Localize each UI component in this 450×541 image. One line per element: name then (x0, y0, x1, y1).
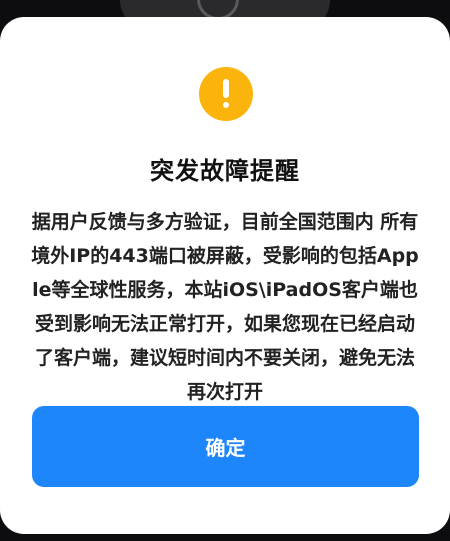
warning-icon (199, 67, 253, 121)
dialog-title: 突发故障提醒 (150, 157, 300, 185)
confirm-button[interactable]: 确定 (32, 406, 419, 487)
warning-icon-bar (223, 79, 229, 98)
alert-dialog: 突发故障提醒 据用户反馈与多方验证，目前全国范围内 所有境外IP的443端口被屏… (0, 17, 450, 534)
dialog-message: 据用户反馈与多方验证，目前全国范围内 所有境外IP的443端口被屏蔽，受影响的包… (31, 211, 419, 403)
warning-icon-dot (223, 102, 229, 108)
